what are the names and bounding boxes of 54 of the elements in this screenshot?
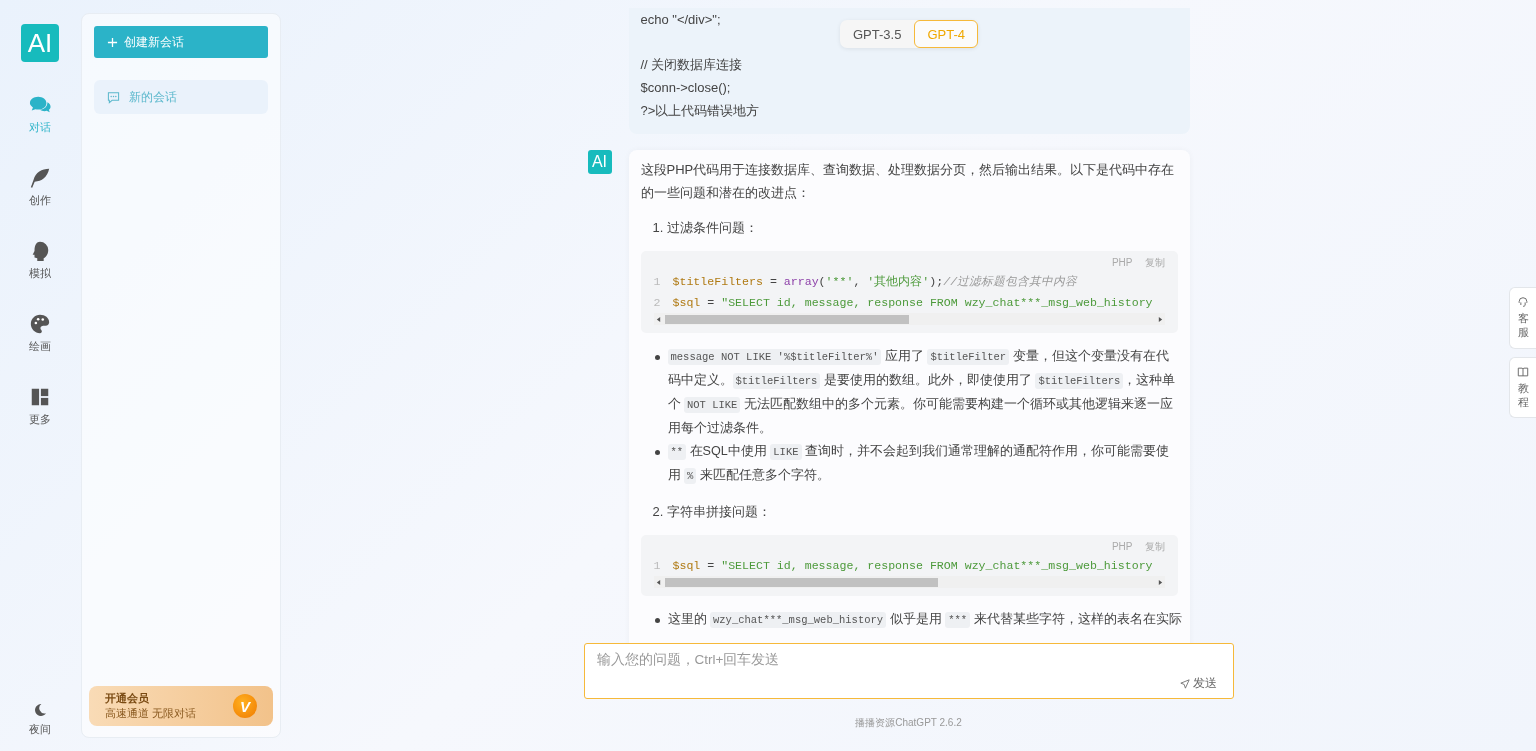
code-line: $sql = "SELECT id, message, response FROM wzy_chat***_msg_web_history <box>672 558 1153 574</box>
dashboard-grid-icon <box>29 386 51 408</box>
code-language: PHP <box>1111 256 1133 270</box>
line-number: 1 <box>653 558 661 574</box>
message-text-line: $conn->close(); <box>640 79 731 97</box>
bullet-icon <box>654 618 660 623</box>
scroll-left-icon[interactable] <box>655 315 661 323</box>
code-line: $sql = "SELECT id, message, response FROM wzy_chat***_msg_web_history <box>672 295 1153 311</box>
moon-icon <box>32 702 48 718</box>
scroll-left-icon[interactable] <box>655 578 661 586</box>
bullet-paragraph: ** 在SQL中使用 LIKE 查询时，并不会起到我们通常理解的通配符作用，你可能需要使用 % 来匹配任意多个字符。 <box>667 443 1171 486</box>
palette-icon <box>29 313 51 335</box>
horizontal-scrollbar[interactable] <box>653 576 1165 588</box>
code-language: PHP <box>1111 540 1133 554</box>
message-text-line: // 关闭数据库连接 <box>640 56 743 74</box>
bullet-paragraph: message NOT LIKE '%$titleFilter%' 应用了 $titleFilter 变量，但这个变量没有在代码中定义。 $titleFilters 是要使用的数组。此外，即使使用了 $titleFilters ，这种单个 NOT LIKE 无法匹配数组中的多个元素。你可能需要构建一个循环或其他逻辑来逐一应用每个过滤条件。 <box>667 348 1177 437</box>
nav-item[interactable]: 创作 <box>29 167 51 208</box>
horizontal-scrollbar[interactable] <box>653 313 1165 325</box>
code-line: $titleFilters = array('**', '其他内容');//过滤标题包含其中内容 <box>672 274 1078 290</box>
book-icon <box>1517 365 1529 378</box>
send-button[interactable]: 发送 <box>1173 675 1223 692</box>
version-footer: 播播资源ChatGPT 2.6.2 <box>855 716 962 730</box>
question-input-field[interactable]: 输入您的问题，Ctrl+回车发送 发送 <box>583 643 1234 699</box>
answer-paragraph: 这段PHP代码用于连接数据库、查询数据、处理数据分页，然后输出结果。以下是代码中存在的一些问题和潜在的改进点： <box>640 161 1176 202</box>
headset-icon <box>1517 296 1529 308</box>
line-number: 1 <box>653 274 661 290</box>
logo: AI <box>21 24 59 62</box>
vip-badge: V <box>233 694 257 718</box>
model-tab[interactable]: GPT-3.5 <box>840 20 915 48</box>
list-number: 2. <box>652 503 664 521</box>
nav-item[interactable]: 模拟 <box>29 240 51 281</box>
float-button[interactable]: 教程 <box>1509 356 1536 419</box>
plus-icon <box>107 36 118 48</box>
membership-banner[interactable]: 开通会员 高速通道 无限对话 V <box>89 686 273 726</box>
night-mode-toggle[interactable]: 夜间 <box>29 702 51 737</box>
feather-icon <box>29 167 51 189</box>
membership-subtitle: 高速通道 无限对话 <box>105 706 197 721</box>
message-icon <box>107 90 120 104</box>
float-button[interactable]: 客服 <box>1509 287 1536 349</box>
bullet-icon <box>654 450 660 455</box>
list-number: 1. <box>652 219 664 237</box>
bullet-paragraph: 这里的 wzy_chat***_msg_web_history 似乎是用 *** 来代替某些字符，这样的表名在实际 <box>667 611 1182 630</box>
nav-item[interactable]: 绘画 <box>29 313 51 354</box>
scroll-right-icon[interactable] <box>1157 578 1163 586</box>
section-heading: 过滤条件问题： <box>667 219 759 237</box>
membership-title: 开通会员 <box>105 691 150 706</box>
message-text-line: ?>以上代码错误地方 <box>640 102 760 120</box>
assistant-avatar: AI <box>587 150 612 174</box>
nav-item[interactable]: 更多 <box>29 386 51 427</box>
bullet-icon <box>654 355 660 360</box>
message-text-line: echo "</div>"; <box>640 11 721 29</box>
send-icon <box>1179 678 1190 689</box>
scroll-right-icon[interactable] <box>1157 315 1163 323</box>
section-heading: 字符串拼接问题： <box>667 503 772 521</box>
